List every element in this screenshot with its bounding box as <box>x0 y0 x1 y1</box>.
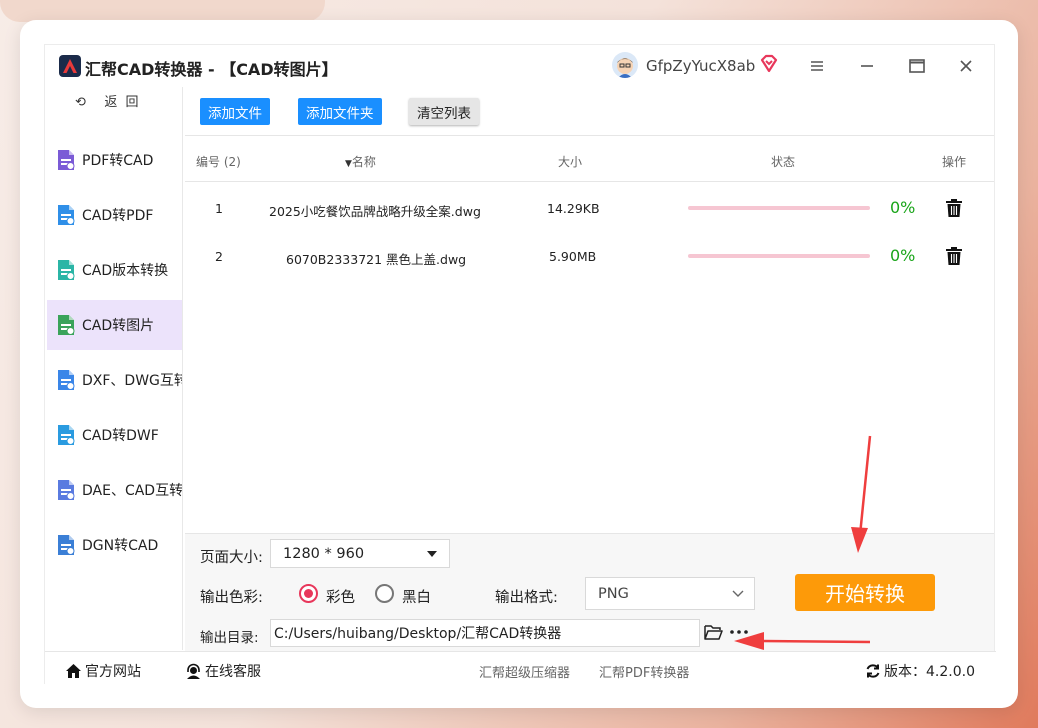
row-size: 14.29KB <box>547 201 600 216</box>
progress-bar <box>688 206 870 210</box>
back-arrow-icon: ⟲ <box>75 95 86 110</box>
version-label: 版本：4.2.0.0 <box>884 664 975 680</box>
table-header: 编号 (2) ▼名称 大小 状态 操作 <box>185 135 994 182</box>
page-size-value: 1280 * 960 <box>283 546 365 562</box>
minimize-icon[interactable] <box>857 56 877 76</box>
compressor-link[interactable]: 汇帮超级压缩器 <box>479 662 570 681</box>
row-index: 2 <box>215 249 223 264</box>
sidebar-item-label: CAD转PDF <box>82 208 154 224</box>
col-size[interactable]: 大小 <box>558 153 582 170</box>
sidebar-item[interactable]: CAD版本转换 <box>47 245 182 295</box>
row-index: 1 <box>215 201 223 216</box>
sidebar-item[interactable]: CAD转图片 <box>47 300 182 350</box>
row-filename: 6070B2333721 黑色上盖.dwg <box>286 252 467 267</box>
dae-cad-icon <box>58 480 75 500</box>
sidebar-item[interactable]: PDF转CAD <box>47 135 182 185</box>
col-action: 操作 <box>942 155 967 169</box>
output-dir-input[interactable] <box>270 619 700 647</box>
refresh-icon <box>866 664 880 678</box>
sidebar-item-label: CAD版本转换 <box>82 263 169 279</box>
row-size: 5.90MB <box>549 249 597 264</box>
sidebar-item[interactable]: CAD转PDF <box>47 190 182 240</box>
output-dir-label: 输出目录: <box>200 630 259 646</box>
cad-to-image-icon <box>58 315 75 335</box>
sort-desc-icon: ▼ <box>345 159 352 169</box>
sidebar-item-label: CAD转图片 <box>82 318 155 334</box>
close-icon[interactable] <box>956 56 976 76</box>
color-label: 输出色彩: <box>200 590 263 606</box>
menu-icon[interactable] <box>807 56 827 76</box>
sidebar-item[interactable]: DGN转CAD <box>47 520 182 570</box>
app-logo-icon <box>59 55 81 77</box>
back-label: 返 回 <box>104 95 141 110</box>
settings-panel: 页面大小: 1280 * 960 输出色彩: 彩色 黑白 输出格式: PNG 开… <box>185 533 994 651</box>
delete-icon[interactable] <box>945 198 963 218</box>
progress-percent: 0% <box>890 198 916 217</box>
sidebar-item[interactable]: DAE、CAD互转 <box>47 465 182 515</box>
service-label: 在线客服 <box>205 664 261 680</box>
title-bar: 汇帮CAD转换器 - 【CAD转图片】 GfpZyYucX8ab <box>45 45 996 87</box>
sidebar-item-label: CAD转DWF <box>82 428 159 444</box>
chevron-down-icon <box>732 590 744 597</box>
dgn-to-cad-icon <box>58 535 75 555</box>
online-service-link[interactable]: 在线客服 <box>185 661 261 681</box>
home-icon <box>66 664 81 678</box>
color-option-color[interactable]: 彩色 <box>326 586 355 607</box>
window-title: 汇帮CAD转换器 - 【CAD转图片】 <box>85 60 338 79</box>
dxf-dwg-icon <box>58 370 75 390</box>
page-size-label: 页面大小: <box>200 550 263 566</box>
format-select[interactable]: PNG <box>585 577 755 610</box>
official-website-link[interactable]: 官方网站 <box>65 661 141 681</box>
back-button[interactable]: ⟲ 返 回 <box>75 91 140 110</box>
cad-version-icon <box>58 260 75 280</box>
cad-to-pdf-icon <box>58 205 75 225</box>
website-label: 官方网站 <box>85 664 141 680</box>
background-decoration <box>0 0 325 22</box>
table-row[interactable]: 1 2025小吃餐饮品牌战略升级全案.dwg 14.29KB 0% <box>185 185 994 233</box>
avatar-face-icon <box>617 58 633 78</box>
clear-list-button[interactable]: 清空列表 <box>409 98 479 125</box>
headset-icon <box>187 663 200 679</box>
username[interactable]: GfpZyYucX8ab <box>646 57 755 75</box>
delete-icon[interactable] <box>945 246 963 266</box>
footer: 官方网站 在线客服 汇帮超级压缩器 汇帮PDF转换器 版本：4.2.0.0 <box>45 651 996 685</box>
col-status: 状态 <box>771 155 796 169</box>
sidebar-item-label: DGN转CAD <box>82 538 159 554</box>
page-size-select[interactable]: 1280 * 960 <box>270 539 450 568</box>
table-row[interactable]: 2 6070B2333721 黑色上盖.dwg 5.90MB 0% <box>185 233 994 281</box>
start-convert-button[interactable]: 开始转换 <box>795 574 935 611</box>
folder-open-icon[interactable] <box>704 624 723 640</box>
version-info[interactable]: 版本：4.2.0.0 <box>865 661 975 681</box>
add-file-button[interactable]: 添加文件 <box>200 98 270 125</box>
pdf-converter-link[interactable]: 汇帮PDF转换器 <box>599 662 689 681</box>
user-avatar[interactable] <box>612 52 638 78</box>
color-radio-color[interactable] <box>299 584 318 603</box>
color-option-bw[interactable]: 黑白 <box>402 586 431 607</box>
sidebar-item-label: DAE、CAD互转 <box>82 483 182 499</box>
format-value: PNG <box>598 586 629 602</box>
dropdown-arrow-icon <box>427 551 437 557</box>
progress-bar <box>688 254 870 258</box>
color-radio-bw[interactable] <box>375 584 394 603</box>
pdf-to-cad-icon <box>58 150 75 170</box>
col-name-label: 名称 <box>351 155 376 169</box>
row-filename: 2025小吃餐饮品牌战略升级全案.dwg <box>269 204 481 219</box>
add-folder-button[interactable]: 添加文件夹 <box>298 98 382 125</box>
progress-percent: 0% <box>890 246 916 265</box>
sidebar: ⟲ 返 回 PDF转CAD CAD转PDF CAD版本转换 CAD转图片 DXF、DWG… <box>45 87 183 650</box>
sidebar-item[interactable]: CAD转DWF <box>47 410 182 460</box>
app-window: 汇帮CAD转换器 - 【CAD转图片】 GfpZyYucX8ab ⟲ 返 回 P… <box>44 44 996 685</box>
more-options-icon[interactable] <box>730 630 748 634</box>
format-label: 输出格式: <box>495 590 558 606</box>
sidebar-item[interactable]: DXF、DWG互转 <box>47 355 182 405</box>
sidebar-item-label: PDF转CAD <box>82 153 154 169</box>
vip-diamond-icon[interactable] <box>759 54 779 74</box>
col-index[interactable]: 编号 (2) <box>196 153 241 170</box>
col-name[interactable]: ▼名称 <box>345 153 376 170</box>
sidebar-item-label: DXF、DWG互转 <box>82 373 182 389</box>
cad-to-dwf-icon <box>58 425 75 445</box>
maximize-icon[interactable] <box>907 56 927 76</box>
